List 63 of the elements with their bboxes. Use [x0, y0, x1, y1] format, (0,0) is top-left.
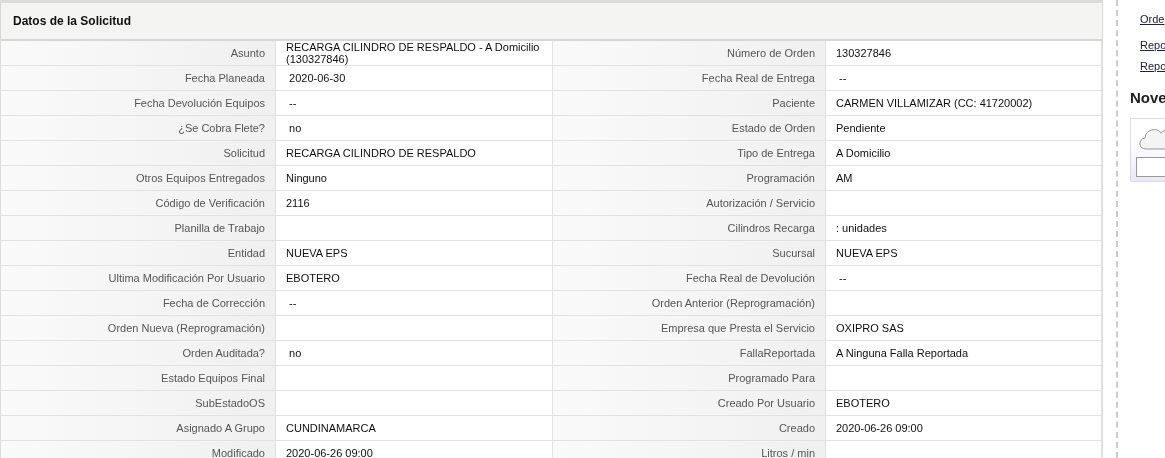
field-value-cell: -- — [276, 91, 553, 116]
field-label-cell: Fecha Real de Entrega — [553, 66, 826, 91]
field-value-cell: EBOTERO — [826, 391, 1102, 416]
field-value-cell: -- — [276, 291, 553, 316]
field-value-cell: : unidades — [826, 216, 1102, 241]
field-value-cell: NUEVA EPS — [826, 241, 1102, 266]
field-label-cell: Código de Verificación — [1, 191, 276, 216]
field-value-cell: A Ninguna Falla Reportada — [826, 341, 1102, 366]
field-label-cell: ¿Se Cobra Flete? — [1, 116, 276, 141]
field-label-cell: Solicitud — [1, 141, 276, 166]
field-label-cell: Creado — [553, 416, 826, 441]
field-value-cell: 2116 — [276, 191, 553, 216]
field-value-cell: RECARGA CILINDRO DE RESPALDO — [276, 141, 553, 166]
field-value-cell: -- — [826, 66, 1102, 91]
field-label-cell: Número de Orden — [553, 41, 826, 66]
field-label-cell: Orden Auditada? — [1, 341, 276, 366]
field-value-cell: CARMEN VILLAMIZAR (CC: 41720002) — [826, 91, 1102, 116]
field-value-cell: CUNDINAMARCA — [276, 416, 553, 441]
field-value-cell: A Domicilio — [826, 141, 1102, 166]
field-label-cell: Empresa que Presta el Servicio — [553, 316, 826, 341]
field-label-cell: Paciente — [553, 91, 826, 116]
field-value-cell: no — [276, 116, 553, 141]
field-label-cell: Planilla de Trabajo — [1, 216, 276, 241]
field-value-cell: -- — [826, 266, 1102, 291]
field-label-cell: Programación — [553, 166, 826, 191]
field-label-cell: Cilindros Recarga — [553, 216, 826, 241]
field-label-cell: Litros / min — [553, 441, 826, 458]
field-label-cell: Sucursal — [553, 241, 826, 266]
field-value-cell: RECARGA CILINDRO DE RESPALDO - A Domicilio (130327846) — [276, 41, 553, 66]
field-value-cell: EBOTERO — [276, 266, 553, 291]
field-value-cell: no — [276, 341, 553, 366]
field-value-cell: 2020-06-26 09:00 — [826, 416, 1102, 441]
field-label-cell: SubEstadoOS — [1, 391, 276, 416]
sidebar-link[interactable]: Repo — [1140, 39, 1165, 51]
field-label-cell: Ultima Modificación Por Usuario — [1, 266, 276, 291]
sidebar-link[interactable]: Repo — [1140, 60, 1165, 72]
field-label-cell: Estado de Orden — [553, 116, 826, 141]
field-label-cell: Asignado A Grupo — [1, 416, 276, 441]
field-label-cell: Fecha Devolución Equipos — [1, 91, 276, 116]
field-label-cell: Otros Equipos Entregados — [1, 166, 276, 191]
field-value-cell: Pendiente — [826, 116, 1102, 141]
field-label-cell: Orden Anterior (Reprogramación) — [553, 291, 826, 316]
field-label-cell: Programado Para — [553, 366, 826, 391]
field-label-cell: Estado Equipos Final — [1, 366, 276, 391]
field-value-cell: 130327846 — [826, 41, 1102, 66]
field-value-cell: AM — [826, 166, 1102, 191]
field-label-cell: Creado Por Usuario — [553, 391, 826, 416]
field-value-cell: 2020-06-30 — [276, 66, 553, 91]
field-label-cell: FallaReportada — [553, 341, 826, 366]
field-label-cell: Tipo de Entrega — [553, 141, 826, 166]
field-label-cell: Fecha de Corrección — [1, 291, 276, 316]
field-value-cell: NUEVA EPS — [276, 241, 553, 266]
field-value-cell: OXIPRO SAS — [826, 316, 1102, 341]
field-label-cell: Orden Nueva (Reprogramación) — [1, 316, 276, 341]
field-label-cell: Autorización / Servicio — [553, 191, 826, 216]
field-label-cell: Entidad — [1, 241, 276, 266]
field-label-cell: Modificado — [1, 441, 276, 458]
field-value-cell: Ninguno — [276, 166, 553, 191]
field-label-cell: Fecha Real de Devolución — [553, 266, 826, 291]
field-label-cell: Fecha Planeada — [1, 66, 276, 91]
sidebar-link[interactable]: Orde — [1140, 13, 1165, 25]
field-label-cell: Asunto — [1, 41, 276, 66]
panel-title: Datos de la Solicitud — [13, 14, 132, 28]
